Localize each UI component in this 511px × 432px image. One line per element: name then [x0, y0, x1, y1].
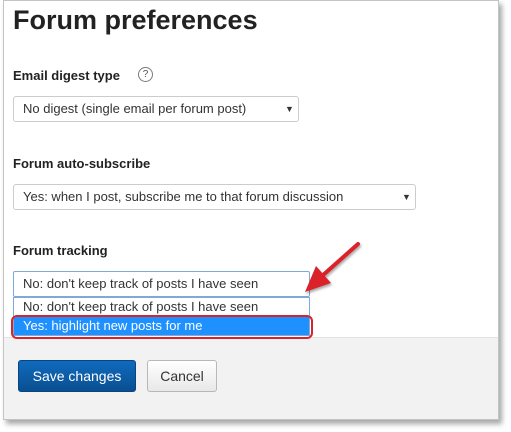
forum-tracking-label: Forum tracking: [13, 243, 108, 258]
cancel-button[interactable]: Cancel: [147, 360, 217, 392]
auto-subscribe-value: Yes: when I post, subscribe me to that f…: [23, 189, 344, 204]
auto-subscribe-select[interactable]: Yes: when I post, subscribe me to that f…: [13, 184, 416, 210]
forum-tracking-value: No: don't keep track of posts I have see…: [23, 276, 259, 291]
email-digest-label: Email digest type: [13, 68, 120, 83]
chevron-down-icon: ▼: [402, 192, 411, 202]
screenshot-canvas: Forum preferences Email digest type ? No…: [0, 0, 511, 432]
email-digest-select[interactable]: No digest (single email per forum post) …: [13, 96, 299, 122]
save-changes-button[interactable]: Save changes: [18, 360, 136, 392]
dropdown-option-highlight-new-posts[interactable]: Yes: highlight new posts for me: [14, 317, 309, 335]
dropdown-option-no-tracking[interactable]: No: don't keep track of posts I have see…: [14, 298, 309, 316]
chevron-down-icon: ▼: [285, 104, 294, 114]
forum-tracking-select[interactable]: No: don't keep track of posts I have see…: [13, 271, 310, 297]
page-title: Forum preferences: [13, 5, 258, 35]
question-circle-icon[interactable]: ?: [138, 67, 153, 82]
forum-tracking-dropdown-list: No: don't keep track of posts I have see…: [13, 297, 310, 336]
auto-subscribe-label: Forum auto-subscribe: [13, 156, 151, 171]
email-digest-value: No digest (single email per forum post): [23, 101, 247, 116]
forum-preferences-panel: Forum preferences Email digest type ? No…: [3, 0, 499, 420]
